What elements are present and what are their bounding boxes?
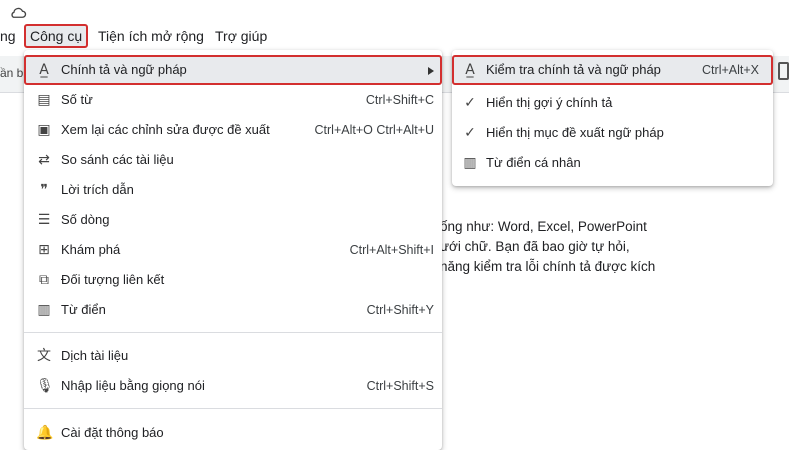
menu-item-review-edits[interactable]: ▣ Xem lại các chỉnh sửa được đề xuất Ctr…: [24, 115, 442, 145]
menu-item-label: Từ điển: [61, 302, 106, 317]
menu-item-word-count[interactable]: ▤ Số từ Ctrl+Shift+C: [24, 85, 442, 115]
menu-item-dictionary[interactable]: ▥ Từ điển Ctrl+Shift+Y: [24, 295, 442, 325]
menu-item-label: Số dòng: [61, 212, 110, 227]
menu-item-label: Nhập liệu bằng giọng nói: [61, 378, 205, 393]
menu-item-spelling-grammar[interactable]: A̲ Chính tả và ngữ pháp: [24, 55, 442, 85]
quote-icon: ❞: [40, 182, 48, 198]
microphone-icon: 🎙: [36, 378, 54, 394]
spellcheck-icon: A̲: [39, 62, 49, 78]
translate-icon: 文: [37, 348, 51, 364]
menu-item-label: Số từ: [61, 92, 93, 107]
submenu-arrow-icon: [428, 67, 434, 75]
menu-item-explore[interactable]: ⊞ Khám phá Ctrl+Alt+Shift+I: [24, 235, 442, 265]
submenu-item-personal-dictionary[interactable]: ▥ Từ điển cá nhân: [452, 148, 773, 178]
menu-item-label: Dịch tài liệu: [61, 348, 129, 363]
submenu-item-show-spelling-suggestions[interactable]: ✓ Hiển thị gợi ý chính tả: [452, 88, 773, 118]
submenu-item-show-grammar-suggestions[interactable]: ✓ Hiển thị mục đề xuất ngữ pháp: [452, 118, 773, 148]
submenu-item-label: Hiển thị gợi ý chính tả: [486, 95, 613, 110]
menu-bar: ng Công cụ Tiện ích mở rộng Trợ giúp: [0, 0, 789, 56]
document-line-2: ưới chữ. Bạn đã bao giờ tự hỏi,: [440, 239, 630, 254]
menu-help[interactable]: Trợ giúp: [215, 27, 267, 45]
submenu-item-shortcut: Ctrl+Alt+X: [702, 63, 759, 77]
spelling-submenu: A̲ Kiểm tra chính tả và ngữ pháp Ctrl+Al…: [452, 50, 773, 186]
review-edits-icon: ▣: [37, 122, 51, 138]
menu-item-linked-objects[interactable]: ⧉ Đối tượng liên kết: [24, 265, 442, 295]
menu-item-notification-settings[interactable]: 🔔 Cài đặt thông báo: [24, 418, 442, 448]
menu-item-compare-documents[interactable]: ⇄ So sánh các tài liệu: [24, 145, 442, 175]
linked-objects-icon: ⧉: [39, 272, 49, 288]
compare-icon: ⇄: [38, 152, 50, 168]
menu-item-shortcut: Ctrl+Shift+S: [366, 379, 434, 393]
submenu-item-label: Từ điển cá nhân: [486, 155, 581, 170]
dictionary-icon: ▥: [463, 155, 477, 171]
document-line-3: năng kiểm tra lỗi chính tả được kích: [440, 259, 656, 274]
menu-item-label: Khám phá: [61, 242, 121, 257]
tools-menu: A̲ Chính tả và ngữ pháp ▤ Số từ Ctrl+Shi…: [24, 50, 442, 450]
line-numbers-icon: ☰: [37, 212, 51, 228]
spellcheck-icon: A̲: [465, 62, 475, 78]
word-count-icon: ▤: [37, 92, 51, 108]
check-icon: ✓: [464, 125, 476, 141]
menu-item-line-numbers[interactable]: ☰ Số dòng: [24, 205, 442, 235]
menu-item-label: Chính tả và ngữ pháp: [61, 62, 187, 77]
menu-divider: [24, 408, 442, 409]
menu-item-label: Lời trích dẫn: [61, 182, 134, 197]
menu-item-label: So sánh các tài liệu: [61, 152, 174, 167]
document-line-1: ống như: Word, Excel, PowerPoint: [440, 219, 647, 234]
menu-item-shortcut: Ctrl+Alt+O Ctrl+Alt+U: [314, 123, 434, 137]
submenu-item-label: Kiểm tra chính tả và ngữ pháp: [486, 62, 661, 77]
explore-icon: ⊞: [38, 242, 50, 258]
dictionary-icon: ▥: [37, 302, 51, 318]
toolbar-partial-label[interactable]: ần b: [0, 66, 23, 80]
menu-partial-left[interactable]: ng: [0, 27, 16, 45]
submenu-item-label: Hiển thị mục đề xuất ngữ pháp: [486, 125, 664, 140]
menu-item-citations[interactable]: ❞ Lời trích dẫn: [24, 175, 442, 205]
menu-item-label: Cài đặt thông báo: [61, 425, 164, 440]
menu-item-voice-typing[interactable]: 🎙 Nhập liệu bằng giọng nói Ctrl+Shift+S: [24, 371, 442, 401]
menu-item-label: Xem lại các chỉnh sửa được đề xuất: [61, 122, 270, 137]
menu-item-translate[interactable]: 文 Dịch tài liệu: [24, 341, 442, 371]
check-icon: ✓: [464, 95, 476, 111]
bell-icon: 🔔: [36, 425, 54, 441]
menu-divider: [24, 332, 442, 333]
menu-extensions[interactable]: Tiện ích mở rộng: [98, 27, 204, 45]
menu-item-label: Đối tượng liên kết: [61, 272, 165, 287]
cloud-save-icon[interactable]: [9, 5, 27, 19]
side-panel-icon[interactable]: [778, 62, 789, 80]
menu-item-shortcut: Ctrl+Shift+C: [365, 93, 434, 107]
menu-item-shortcut: Ctrl+Alt+Shift+I: [349, 243, 434, 257]
submenu-item-check-spelling[interactable]: A̲ Kiểm tra chính tả và ngữ pháp Ctrl+Al…: [452, 55, 773, 85]
menu-tools[interactable]: Công cụ: [24, 24, 89, 48]
menu-item-shortcut: Ctrl+Shift+Y: [366, 303, 434, 317]
